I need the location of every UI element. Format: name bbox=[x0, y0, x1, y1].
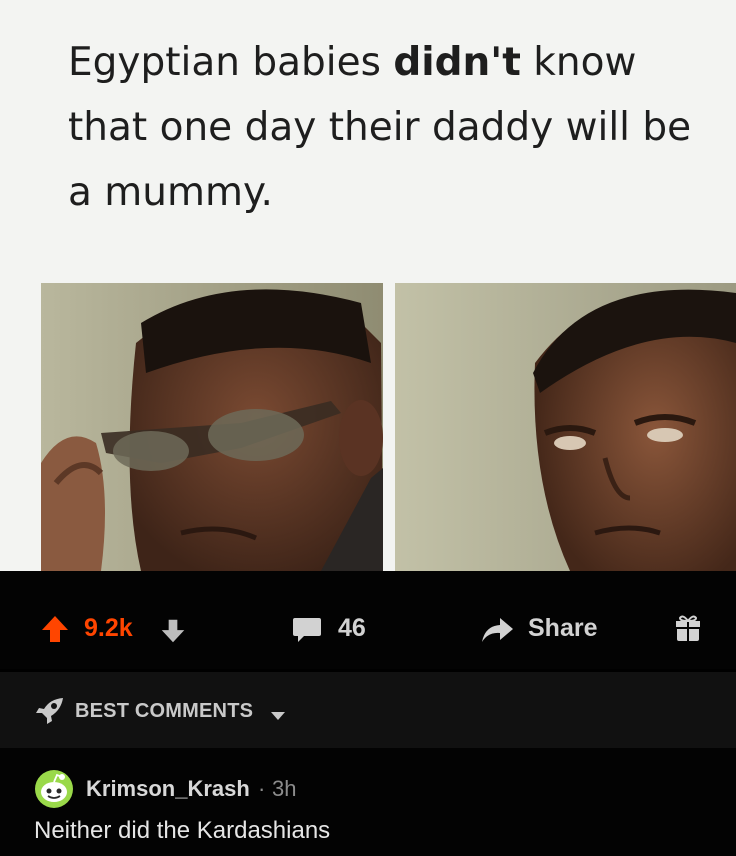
share-arrow-icon[interactable] bbox=[480, 616, 514, 649]
caret-down-icon[interactable] bbox=[270, 708, 286, 726]
arrow-down-icon[interactable] bbox=[160, 618, 186, 649]
share-button[interactable]: Share bbox=[528, 614, 597, 643]
comment-body: Neither did the Kardashians bbox=[34, 817, 331, 844]
arrow-up-icon[interactable] bbox=[40, 614, 70, 649]
meta-separator: · bbox=[258, 776, 266, 801]
comment-username[interactable]: Krimson_Krash bbox=[86, 776, 250, 802]
comment-timestamp: 3h bbox=[272, 776, 297, 801]
speech-bubble-icon[interactable] bbox=[292, 616, 322, 649]
rocket-icon bbox=[35, 697, 65, 730]
photo-man-with-sunglasses bbox=[41, 283, 383, 571]
photo-man-looking-down bbox=[395, 283, 736, 571]
caption-text-1: Egyptian babies bbox=[68, 40, 394, 85]
comment-count[interactable]: 46 bbox=[338, 614, 366, 643]
gift-icon[interactable] bbox=[675, 615, 701, 648]
vote-score: 9.2k bbox=[84, 614, 133, 642]
snoo-avatar-icon[interactable] bbox=[34, 769, 74, 814]
meme-caption: Egyptian babies didn't know that one day… bbox=[68, 30, 708, 225]
sort-label[interactable]: BEST COMMENTS bbox=[75, 700, 253, 723]
caption-text-bold: didn't bbox=[393, 40, 521, 85]
meme-image[interactable]: Egyptian babies didn't know that one day… bbox=[0, 0, 736, 571]
